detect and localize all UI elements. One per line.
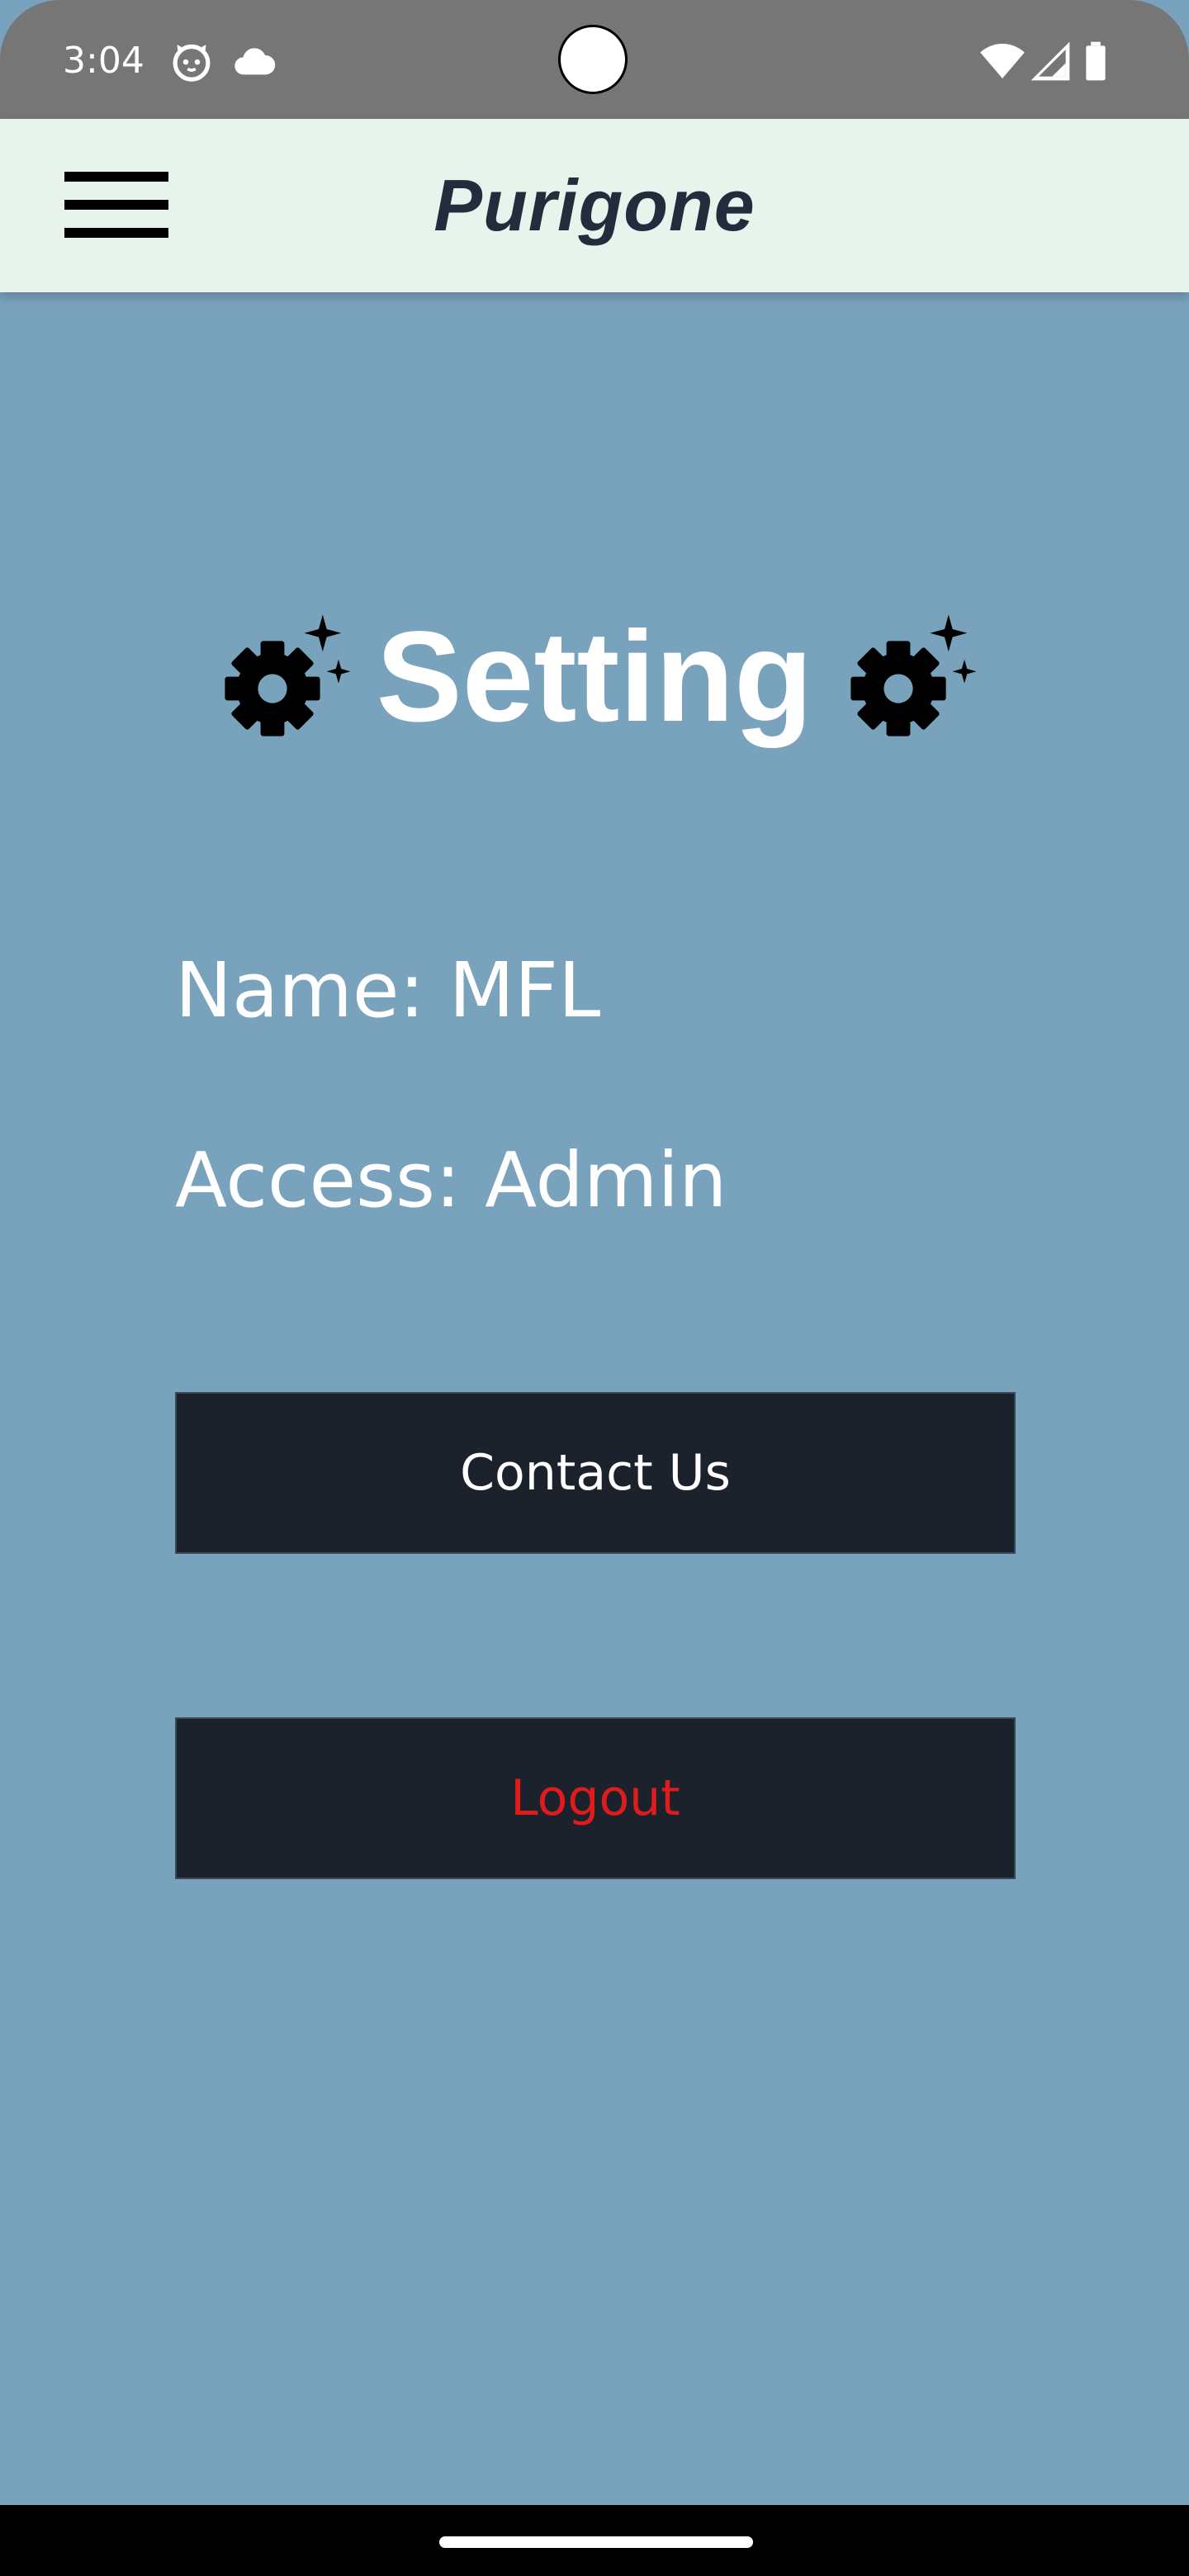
battery-icon [1086, 41, 1106, 81]
user-access-text: Access: Admin [175, 1136, 727, 1224]
settings-screen: 3:04 Purigone Setting Name: MFL Access: … [0, 0, 1189, 2576]
status-bar: 3:04 [0, 0, 1189, 119]
system-navigation-bar [0, 2505, 1189, 2576]
cat-face-icon [173, 44, 211, 82]
home-gesture-handle[interactable] [439, 2536, 753, 2548]
logout-label: Logout [510, 1769, 680, 1827]
contact-us-label: Contact Us [460, 1444, 731, 1502]
status-time: 3:04 [63, 40, 144, 82]
settings-heading: Setting [0, 594, 1189, 760]
cell-signal-icon [1030, 41, 1070, 81]
camera-cutout [558, 25, 628, 94]
settings-sparkle-icon [850, 614, 977, 736]
app-title: Purigone [433, 164, 756, 246]
app-bar: Purigone [0, 119, 1189, 292]
cloud-icon [234, 48, 276, 75]
contact-us-button[interactable]: Contact Us [175, 1392, 1016, 1554]
logout-button[interactable]: Logout [175, 1717, 1016, 1879]
user-name-text: Name: MFL [175, 946, 601, 1035]
page-title: Setting [376, 605, 813, 749]
wifi-icon [980, 44, 1025, 78]
